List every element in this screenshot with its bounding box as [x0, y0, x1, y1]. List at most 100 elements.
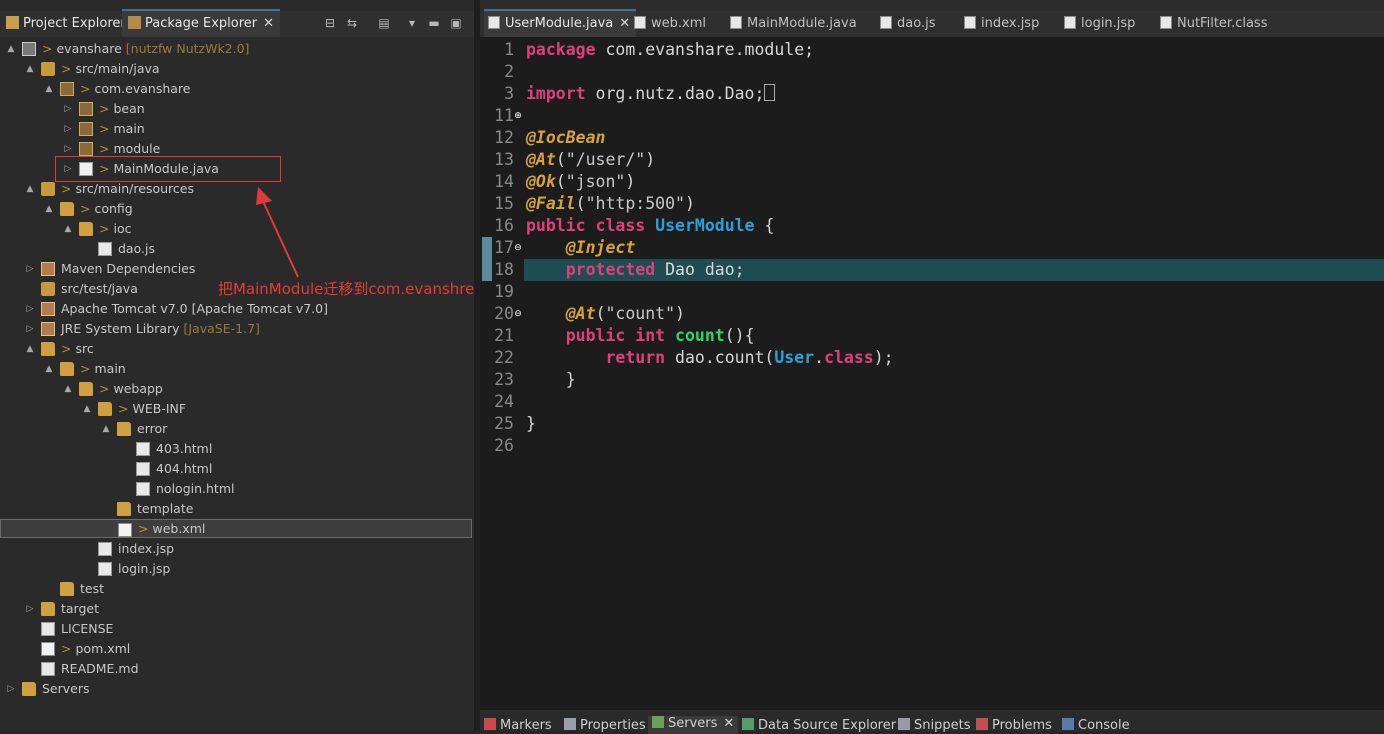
link-editor-icon[interactable]: ⇆ [344, 15, 360, 31]
tree-item[interactable]: ▲ > evanshare [nutzfw NutzWk2.0] [0, 39, 472, 59]
tree-item[interactable]: ▲ > src [0, 339, 472, 359]
collapse-all-icon[interactable]: ⊟ [322, 15, 338, 31]
collapsed-arrow-icon[interactable]: ▷ [63, 119, 73, 139]
annotation-highlight-box [55, 156, 281, 182]
tab-login-jsp[interactable]: login.jsp [1064, 11, 1135, 37]
filter-icon[interactable]: ▤ [376, 15, 392, 31]
close-icon[interactable]: ✕ [263, 16, 274, 31]
code-line: package com.evanshare.module; [526, 40, 815, 59]
tree-item[interactable]: login.jsp [0, 559, 472, 579]
tab-markers[interactable]: Markers [484, 718, 552, 734]
expanded-arrow-icon[interactable]: ▲ [63, 379, 73, 399]
tab-project-explorer[interactable]: Project Explorer [6, 11, 126, 37]
fold-toggle-icon[interactable]: ⊖ [514, 310, 522, 319]
tree-item[interactable]: ▲ > WEB-INF [0, 399, 472, 419]
code-line: } [526, 414, 536, 433]
tree-item[interactable]: template [0, 499, 472, 519]
tree-item-text: nologin.html [156, 481, 235, 496]
tab-snippets[interactable]: Snippets [898, 718, 970, 734]
tree-item[interactable]: 404.html [0, 459, 472, 479]
tree-item[interactable]: test [0, 579, 472, 599]
tree-item-label: > src [61, 339, 94, 359]
tree-item[interactable]: ▲ > config [0, 199, 472, 219]
tree-item[interactable]: ▷ JRE System Library [JavaSE-1.7] [0, 319, 472, 339]
tree-item[interactable]: ▲ > ioc [0, 219, 472, 239]
tree-item[interactable]: index.jsp [0, 539, 472, 559]
maximize-icon[interactable]: ▣ [448, 15, 464, 31]
collapsed-arrow-icon[interactable]: ▷ [25, 599, 35, 619]
editor-text-area[interactable]: 1 2 3 11 12 13 14 15 16 17 18 19 20 21 22 23 24 25 26 ⊕ ⊖ ⊖ p… [480, 37, 1384, 710]
close-icon[interactable]: ✕ [723, 716, 734, 731]
tree-item[interactable]: ▷ Apache Tomcat v7.0 [Apache Tomcat v7.0] [0, 299, 472, 319]
line-number: 12 [494, 128, 514, 147]
tree-item[interactable]: ▷ Servers [0, 679, 472, 699]
tree-item-label: > main [80, 359, 126, 379]
expanded-arrow-icon[interactable]: ▲ [25, 339, 35, 359]
collapsed-arrow-icon[interactable]: ▷ [63, 99, 73, 119]
tab-properties[interactable]: Properties [564, 718, 646, 734]
code-editor: UserModule.java ✕ web.xml MainModule.java… [480, 0, 1384, 710]
tree-item[interactable]: README.md [0, 659, 472, 679]
file-icon [41, 622, 55, 636]
tab-problems[interactable]: Problems [976, 718, 1052, 734]
collapsed-arrow-icon[interactable]: ▷ [25, 259, 35, 279]
tree-item[interactable]: ▷ Maven Dependencies [0, 259, 472, 279]
project-explorer-icon [6, 16, 19, 29]
expanded-arrow-icon[interactable]: ▲ [6, 39, 16, 59]
fold-toggle-icon[interactable]: ⊕ [514, 112, 522, 121]
expanded-arrow-icon[interactable]: ▲ [44, 359, 54, 379]
tree-item[interactable]: ▷ > main [0, 119, 472, 139]
fold-icon [98, 402, 112, 416]
tab-dao-js[interactable]: dao.js [880, 11, 935, 37]
tab-package-explorer[interactable]: Package Explorer ✕ [122, 9, 281, 37]
tree-item[interactable]: > web.xml [0, 519, 472, 538]
collapsed-arrow-icon[interactable]: ▷ [25, 299, 35, 319]
collapsed-arrow-icon[interactable]: ▷ [6, 679, 16, 699]
close-icon[interactable]: ✕ [619, 16, 630, 31]
tree-item-text: web.xml [152, 521, 206, 536]
tree-item[interactable]: nologin.html [0, 479, 472, 499]
expanded-arrow-icon[interactable]: ▲ [82, 399, 92, 419]
tab-index-jsp[interactable]: index.jsp [964, 11, 1039, 37]
expanded-arrow-icon[interactable]: ▲ [63, 219, 73, 239]
expanded-arrow-icon[interactable]: ▲ [25, 179, 35, 199]
fold-toggle-icon[interactable]: ⊖ [514, 244, 522, 253]
tree-item-label: > WEB-INF [118, 399, 186, 419]
tree-item[interactable]: ▲ > main [0, 359, 472, 379]
pkg-icon [79, 102, 93, 116]
fold-icon [117, 422, 131, 436]
expanded-arrow-icon[interactable]: ▲ [101, 419, 111, 439]
tree-item[interactable]: ▲ > src/main/resources [0, 179, 472, 199]
console-icon [1062, 718, 1074, 730]
code-line: public class UserModule { [526, 216, 775, 235]
tree-item[interactable]: LICENSE [0, 619, 472, 639]
tree-item-text: WEB-INF [132, 401, 187, 416]
tree-item[interactable]: ▷ > bean [0, 99, 472, 119]
tree-item[interactable]: ▲ error [0, 419, 472, 439]
tab-usermodule-java[interactable]: UserModule.java ✕ [484, 9, 637, 37]
expanded-arrow-icon[interactable]: ▲ [44, 79, 54, 99]
tab-data-source-explorer[interactable]: Data Source Explorer [742, 718, 896, 734]
collapsed-arrow-icon[interactable]: ▷ [25, 319, 35, 339]
tree-item[interactable]: ▲ > webapp [0, 379, 472, 399]
tree-item[interactable]: 403.html [0, 439, 472, 459]
expanded-arrow-icon[interactable]: ▲ [44, 199, 54, 219]
tree-item-label: > pom.xml [61, 639, 130, 659]
line-number: 13 [494, 150, 514, 169]
tree-item-text: Servers [42, 681, 90, 696]
tree-item[interactable]: > pom.xml [0, 639, 472, 659]
expanded-arrow-icon[interactable]: ▲ [25, 59, 35, 79]
tab-mainmodule-java[interactable]: MainModule.java [730, 11, 857, 37]
tab-web-xml[interactable]: web.xml [634, 11, 706, 37]
explorer-tab-bar: Project Explorer Package Explorer ✕ ⊟ ⇆ ▤… [0, 9, 474, 37]
tab-nutfilter-class[interactable]: NutFilter.class [1160, 11, 1267, 37]
tab-servers[interactable]: Servers ✕ [648, 716, 739, 734]
fold-icon [79, 222, 93, 236]
tab-console[interactable]: Console [1062, 718, 1130, 734]
minimize-icon[interactable]: ▬ [426, 15, 442, 31]
tree-item[interactable]: ▲ > src/main/java [0, 59, 472, 79]
tree-item[interactable]: ▷ target [0, 599, 472, 619]
tree-item[interactable]: ▲ > com.evanshare [0, 79, 472, 99]
tree-item[interactable]: dao.js [0, 239, 472, 259]
view-menu-icon[interactable]: ▾ [404, 15, 420, 31]
